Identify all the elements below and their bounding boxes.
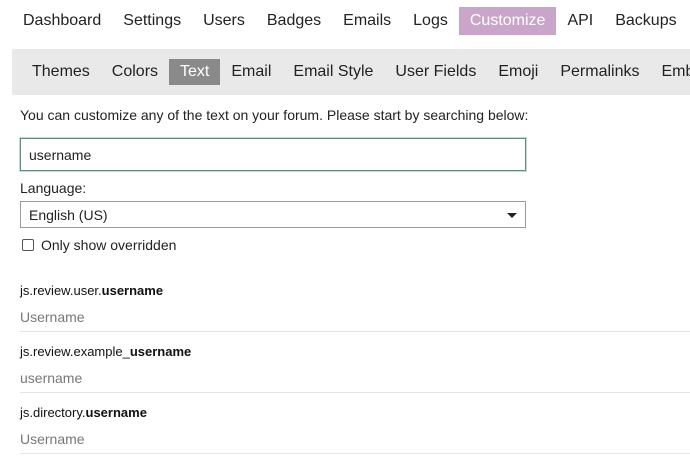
caret-down-icon xyxy=(507,213,517,218)
translation-key: js.directory.username xyxy=(20,405,147,420)
intro-text: You can customize any of the text on you… xyxy=(20,107,529,123)
tab-email-style[interactable]: Email Style xyxy=(282,59,384,85)
only-overridden-label: Only show overridden xyxy=(41,237,177,253)
nav-api[interactable]: API xyxy=(556,7,604,35)
translation-key: js.review.user.username xyxy=(20,283,164,298)
customize-sub-nav: Themes Colors Text Email Email Style Use… xyxy=(21,59,690,85)
customize-sub-nav-bar: Themes Colors Text Email Email Style Use… xyxy=(12,49,690,95)
tab-themes[interactable]: Themes xyxy=(21,59,101,85)
tab-embedding[interactable]: Embedding xyxy=(650,59,690,85)
language-label: Language: xyxy=(20,180,87,196)
nav-logs[interactable]: Logs xyxy=(402,7,459,35)
list-item[interactable]: js.review.user.username Username xyxy=(20,271,690,332)
search-input[interactable] xyxy=(20,138,526,171)
list-item[interactable]: js.review.example_username username xyxy=(20,332,690,393)
language-selected-value: English (US) xyxy=(29,206,108,223)
key-match: username xyxy=(85,405,147,420)
list-item[interactable]: js.directory.username Username xyxy=(20,393,690,454)
checkbox[interactable] xyxy=(22,239,34,251)
tab-email[interactable]: Email xyxy=(220,59,282,85)
admin-top-nav: Dashboard Settings Users Badges Emails L… xyxy=(12,7,688,35)
nav-users[interactable]: Users xyxy=(192,7,256,35)
nav-customize[interactable]: Customize xyxy=(458,7,557,35)
nav-settings[interactable]: Settings xyxy=(112,7,192,35)
nav-backups[interactable]: Backups xyxy=(604,7,687,35)
nav-emails[interactable]: Emails xyxy=(332,7,402,35)
tab-text[interactable]: Text xyxy=(169,59,221,85)
language-select[interactable]: English (US) xyxy=(20,201,526,228)
tab-user-fields[interactable]: User Fields xyxy=(384,59,487,85)
nav-badges[interactable]: Badges xyxy=(256,7,332,35)
nav-dashboard[interactable]: Dashboard xyxy=(12,7,112,35)
only-overridden-toggle[interactable]: Only show overridden xyxy=(22,237,176,253)
key-match: username xyxy=(129,344,192,359)
tab-emoji[interactable]: Emoji xyxy=(487,59,549,85)
results-list: js.review.user.username Username js.revi… xyxy=(20,271,690,454)
tab-colors[interactable]: Colors xyxy=(101,59,169,85)
translation-value: username xyxy=(20,370,83,386)
translation-value: Username xyxy=(20,309,85,325)
translation-key: js.review.example_username xyxy=(20,344,192,359)
key-match: username xyxy=(101,283,164,298)
translation-value: Username xyxy=(20,431,85,447)
tab-permalinks[interactable]: Permalinks xyxy=(549,59,650,85)
